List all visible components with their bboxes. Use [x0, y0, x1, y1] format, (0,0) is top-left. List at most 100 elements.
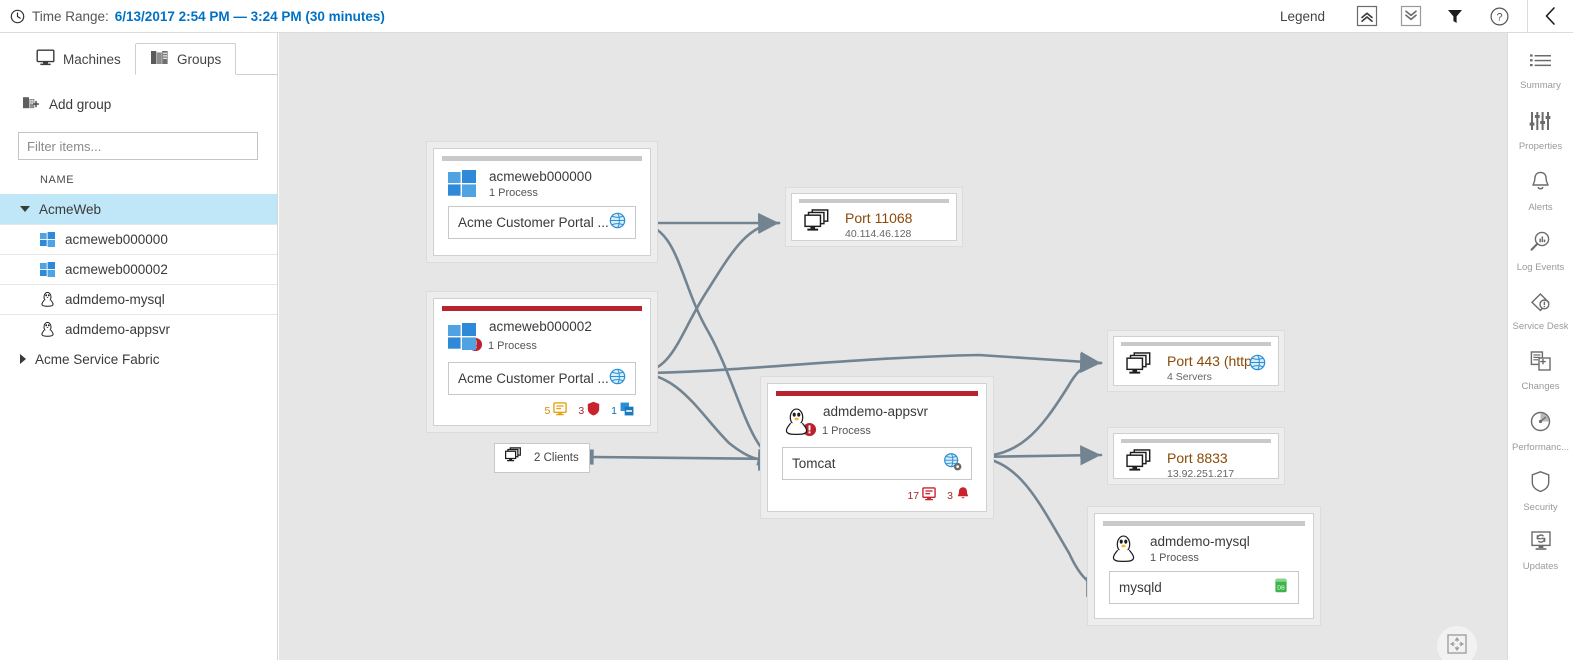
badge-count: 3 — [947, 490, 953, 502]
machine-node-admdemo-appsvr[interactable]: admdemo-appsvr 1 Process Tomcat 17 3 — [760, 376, 994, 519]
filter-icon[interactable] — [1433, 0, 1477, 33]
process-box-acme-customer-portal[interactable]: Acme Customer Portal ... — [448, 206, 636, 239]
rail-item-label: Summary — [1520, 80, 1561, 91]
rail-item-performance[interactable]: Performanc... — [1508, 401, 1573, 461]
tree-item-admdemo-appsvr[interactable]: admdemo-appsvr — [0, 314, 277, 344]
service-desk-icon — [1529, 290, 1553, 317]
tree-item-acmeweb000000[interactable]: acmeweb000000 — [0, 224, 277, 254]
tab-machines[interactable]: Machines — [22, 43, 135, 75]
rail-item-label: Updates — [1522, 561, 1559, 572]
chevron-down-icon[interactable] — [20, 206, 30, 212]
tree-item-admdemo-mysql[interactable]: admdemo-mysql — [0, 284, 277, 314]
chevron-left-icon[interactable] — [1528, 0, 1573, 33]
port-node-443[interactable]: Port 443 (https) 4 Servers — [1107, 330, 1285, 392]
machine-process-count-row: 1 Process — [802, 422, 928, 440]
rail-item-service-desk[interactable]: Service Desk — [1508, 281, 1573, 341]
add-group-button[interactable]: Add group — [22, 95, 277, 114]
port-node-8833[interactable]: Port 8833 13.92.251.217 — [1107, 427, 1285, 485]
machine-process-count: 1 Process — [1150, 552, 1199, 564]
port-node-content: Port 11068 40.114.46.128 — [792, 203, 956, 241]
client-node-label: 2 Clients — [534, 452, 579, 464]
dependency-map-canvas[interactable]: acmeweb000000 1 Process Acme Customer Po… — [279, 33, 1507, 660]
rail-item-security[interactable]: Security — [1508, 461, 1573, 521]
linux-icon — [1109, 534, 1141, 564]
machine-process-count-row: 1 Process — [468, 337, 592, 355]
tree-item-acmeweb000002[interactable]: acmeweb000002 — [0, 254, 277, 284]
rail-item-updates[interactable]: Updates — [1508, 521, 1573, 581]
servers-icon — [1126, 449, 1157, 481]
tree-group-label: AcmeWeb — [39, 201, 102, 217]
badge-changes[interactable]: 1 — [611, 402, 634, 421]
shield-icon — [1530, 470, 1551, 498]
left-panel: Machines Groups Add group Filter items..… — [0, 33, 278, 660]
legend-label[interactable]: Legend — [1280, 9, 1325, 24]
rail-item-label: Log Events — [1516, 261, 1565, 273]
machine-process-count: 1 Process — [488, 340, 537, 352]
badge-count: 1 — [611, 405, 617, 417]
machine-node-header: admdemo-appsvr 1 Process — [768, 396, 986, 440]
rail-item-label: Performanc... — [1511, 441, 1570, 453]
client-node-2-clients[interactable]: 2 Clients — [494, 443, 590, 473]
port-node-body: Port 11068 40.114.46.128 — [791, 193, 957, 241]
tab-groups-label: Groups — [177, 51, 222, 67]
help-icon[interactable]: ? — [1477, 0, 1521, 33]
machine-node-header: admdemo-mysql 1 Process — [1095, 526, 1313, 564]
add-group-label: Add group — [49, 97, 112, 112]
groups-icon — [150, 49, 169, 69]
rail-item-alerts[interactable]: Alerts — [1508, 161, 1573, 221]
collapse-up-icon[interactable] — [1345, 0, 1389, 33]
machine-process-count: 1 Process — [489, 187, 538, 199]
tree-group-acmeweb[interactable]: AcmeWeb — [0, 194, 277, 224]
time-range-value[interactable]: 6/13/2017 2:54 PM — 3:24 PM (30 minutes) — [115, 9, 385, 24]
machine-process-count: 1 Process — [822, 425, 871, 437]
badge-alerts[interactable]: 3 — [947, 486, 970, 506]
machine-node-acmeweb000000[interactable]: acmeweb000000 1 Process Acme Customer Po… — [426, 141, 658, 263]
log-events-badge-icon — [922, 486, 936, 506]
servers-icon — [1126, 352, 1157, 384]
process-name: mysqld — [1119, 580, 1162, 595]
machine-node-text: acmeweb000000 1 Process — [489, 169, 592, 199]
filter-input[interactable] — [18, 132, 258, 160]
monitor-icon — [36, 49, 55, 69]
svg-text:?: ? — [1496, 11, 1502, 23]
summary-icon — [1529, 51, 1553, 76]
process-box-acme-customer-portal[interactable]: Acme Customer Portal ... — [448, 362, 636, 395]
process-box-mysqld[interactable]: mysqld DB — [1109, 571, 1299, 604]
machine-node-body: acmeweb000002 1 Process Acme Customer Po… — [433, 298, 651, 426]
time-range-label: Time Range: — [32, 8, 109, 24]
panel-tabs: Machines Groups — [0, 43, 277, 75]
fit-to-screen-button[interactable] — [1437, 626, 1477, 660]
machine-node-admdemo-mysql[interactable]: admdemo-mysql 1 Process mysqld DB — [1087, 506, 1321, 626]
port-subtitle: 13.92.251.217 — [1167, 468, 1235, 480]
rail-item-properties[interactable]: Properties — [1508, 101, 1573, 161]
expand-down-icon[interactable] — [1389, 0, 1433, 33]
process-box-tomcat[interactable]: Tomcat — [782, 447, 972, 480]
alert-bell-badge-icon — [956, 486, 970, 506]
rail-item-summary[interactable]: Summary — [1508, 41, 1573, 101]
port-node-11068[interactable]: Port 11068 40.114.46.128 — [785, 187, 963, 247]
badge-log-events[interactable]: 5 — [544, 401, 568, 421]
tree-group-acme-service-fabric[interactable]: Acme Service Fabric — [0, 344, 277, 374]
rail-item-log-events[interactable]: Log Events — [1508, 221, 1573, 281]
badge-security[interactable]: 3 — [578, 401, 600, 421]
rail-item-changes[interactable]: Changes — [1508, 341, 1573, 401]
machine-node-body: admdemo-appsvr 1 Process Tomcat 17 3 — [767, 383, 987, 512]
changes-icon — [1529, 350, 1553, 377]
rail-item-label: Changes — [1521, 381, 1560, 392]
badge-count: 3 — [578, 405, 585, 417]
tree-group-label: Acme Service Fabric — [35, 351, 160, 367]
svg-text:DB: DB — [1277, 585, 1285, 591]
changes-badge-icon — [620, 402, 634, 421]
add-group-icon — [22, 95, 41, 114]
chevron-right-icon[interactable] — [20, 354, 26, 364]
windows-icon — [40, 232, 58, 247]
badge-log-events[interactable]: 17 — [907, 486, 936, 506]
rail-item-label: Service Desk — [1512, 321, 1569, 332]
port-node-body: Port 8833 13.92.251.217 — [1113, 433, 1279, 481]
machine-name: acmeweb000000 — [489, 169, 592, 184]
port-node-body: Port 443 (https) 4 Servers — [1113, 336, 1279, 386]
log-events-badge-icon — [553, 401, 568, 421]
tab-groups[interactable]: Groups — [135, 43, 237, 75]
machine-node-acmeweb000002[interactable]: acmeweb000002 1 Process Acme Customer Po… — [426, 291, 658, 433]
linux-icon — [782, 407, 814, 437]
